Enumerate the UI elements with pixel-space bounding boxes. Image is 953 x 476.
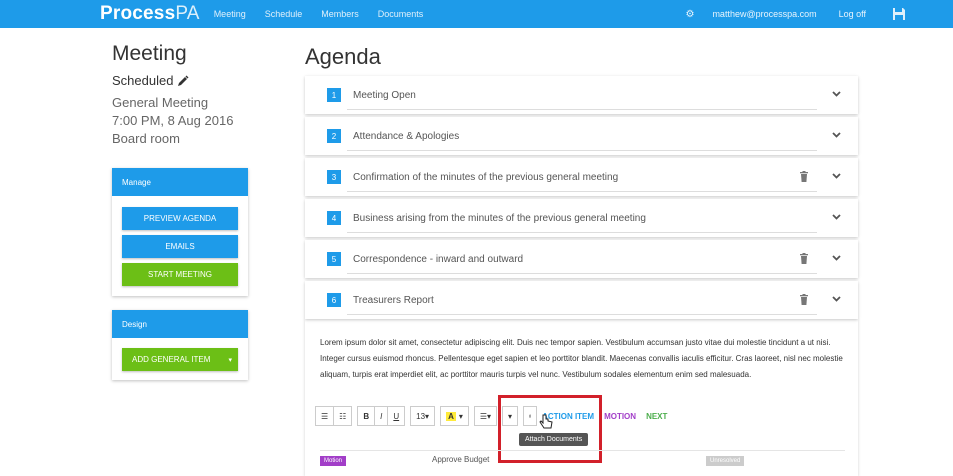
agenda-title: Agenda <box>305 44 381 69</box>
app-logo[interactable]: ProcessPA <box>100 3 200 25</box>
design-header: Design <box>112 310 248 338</box>
agenda-item[interactable]: 3 Confirmation of the minutes of the pre… <box>305 158 858 196</box>
item-title: Confirmation of the minutes of the previ… <box>353 171 619 183</box>
item-number: 4 <box>327 211 341 225</box>
start-meeting-button[interactable]: START MEETING <box>122 263 238 286</box>
format-buttons: B I U <box>357 406 406 426</box>
meeting-title: Meeting <box>112 42 187 65</box>
trash-icon[interactable] <box>800 171 808 182</box>
caret-down-icon: ▾ <box>458 411 463 421</box>
motion-button[interactable]: MOTION <box>604 412 636 421</box>
align-dropdown[interactable]: ☰ ▾ <box>473 406 498 426</box>
chevron-down-icon[interactable] <box>832 131 841 139</box>
next-button[interactable]: NEXT <box>646 412 667 421</box>
design-panel: Design ADD GENERAL ITEM ▾ <box>112 310 248 380</box>
highlight-color-icon: A <box>446 411 456 421</box>
meeting-location: Board room <box>112 131 180 146</box>
item-number: 5 <box>327 252 341 266</box>
status-badge: Unresolved <box>706 456 745 466</box>
font-size-value: 13 <box>416 411 426 421</box>
divider <box>347 314 817 315</box>
top-navbar: ProcessPA Meeting Schedule Members Docum… <box>0 0 953 28</box>
add-general-item-button[interactable]: ADD GENERAL ITEM ▾ <box>122 348 238 371</box>
chevron-down-icon[interactable] <box>832 213 841 221</box>
item-title: Treasurers Report <box>353 294 434 306</box>
highlight-color-dropdown[interactable]: A ▾ <box>440 406 469 426</box>
divider <box>347 109 817 110</box>
gear-icon[interactable]: ⚙ <box>685 9 694 20</box>
chevron-down-icon[interactable] <box>832 254 841 262</box>
item-number: 2 <box>327 129 341 143</box>
list-buttons: ☰ ☷ <box>315 406 353 426</box>
chevron-down-icon[interactable] <box>832 295 841 303</box>
numbered-list-icon[interactable]: ☷ <box>334 407 351 425</box>
trash-icon[interactable] <box>800 294 808 305</box>
item-body-text[interactable]: Lorem ipsum dolor sit amet, consectetur … <box>320 335 845 383</box>
nav-members[interactable]: Members <box>321 9 359 19</box>
meeting-type: General Meeting <box>112 95 209 110</box>
agenda-item[interactable]: 2 Attendance & Apologies <box>305 117 858 155</box>
chevron-down-icon[interactable] <box>832 90 841 98</box>
meeting-status-label: Scheduled <box>112 73 174 88</box>
item-title: Attendance & Apologies <box>353 130 460 142</box>
main-nav: Meeting Schedule Members Documents <box>214 9 443 19</box>
item-title: Business arising from the minutes of the… <box>353 212 646 224</box>
nav-meeting[interactable]: Meeting <box>214 9 246 19</box>
font-size-dropdown[interactable]: 13 ▾ <box>410 406 436 426</box>
logoff-link[interactable]: Log off <box>839 9 866 19</box>
logo-main: Process <box>100 3 176 24</box>
align-left-icon: ☰ <box>479 411 488 421</box>
divider <box>347 191 817 192</box>
logo-suffix: PA <box>175 3 200 24</box>
pencil-icon[interactable] <box>177 75 189 87</box>
preview-agenda-button[interactable]: PREVIEW AGENDA <box>122 207 238 230</box>
motion-row[interactable]: Motion Approve Budget Unresolved <box>320 450 845 470</box>
agenda-item-expanded[interactable]: 6 Treasurers Report <box>305 281 858 319</box>
motion-text: Approve Budget <box>432 455 490 464</box>
save-icon[interactable] <box>892 7 906 21</box>
emails-button[interactable]: EMAILS <box>122 235 238 258</box>
caret-down-icon: ▾ <box>425 411 430 421</box>
item-number: 1 <box>327 88 341 102</box>
manage-header: Manage <box>112 168 248 196</box>
bullet-list-icon[interactable]: ☰ <box>316 407 335 425</box>
meeting-summary: Meeting Scheduled General Meeting 7:00 P… <box>112 42 252 148</box>
caret-down-icon[interactable]: ▾ <box>228 356 232 364</box>
divider <box>347 150 817 151</box>
manage-panel: Manage PREVIEW AGENDA EMAILS START MEETI… <box>112 168 248 296</box>
item-title: Correspondence - inward and outward <box>353 253 524 265</box>
editor-toolbar: ☰ ☷ B I U 13 ▾ A ▾ ☰ ▾ ▾ ACTION ITEM MOTIO… <box>315 405 677 427</box>
user-email[interactable]: matthew@processpa.com <box>712 9 816 19</box>
divider <box>347 232 817 233</box>
italic-button[interactable]: I <box>375 407 389 425</box>
nav-documents[interactable]: Documents <box>378 9 424 19</box>
chevron-down-icon[interactable] <box>832 172 841 180</box>
divider <box>347 273 817 274</box>
meeting-datetime: 7:00 PM, 8 Aug 2016 <box>112 113 234 128</box>
bold-button[interactable]: B <box>358 407 376 425</box>
item-number: 6 <box>327 293 341 307</box>
add-general-item-label: ADD GENERAL ITEM <box>132 355 211 364</box>
trash-icon[interactable] <box>800 253 808 264</box>
agenda-item[interactable]: 4 Business arising from the minutes of t… <box>305 199 858 237</box>
agenda-item[interactable]: 5 Correspondence - inward and outward <box>305 240 858 278</box>
motion-badge: Motion <box>320 456 347 466</box>
agenda-item[interactable]: 1 Meeting Open <box>305 76 858 114</box>
item-title: Meeting Open <box>353 89 416 101</box>
meeting-status: Scheduled <box>112 73 252 88</box>
item-number: 3 <box>327 170 341 184</box>
nav-schedule[interactable]: Schedule <box>265 9 303 19</box>
underline-button[interactable]: U <box>388 407 404 425</box>
caret-down-icon: ▾ <box>487 411 492 421</box>
